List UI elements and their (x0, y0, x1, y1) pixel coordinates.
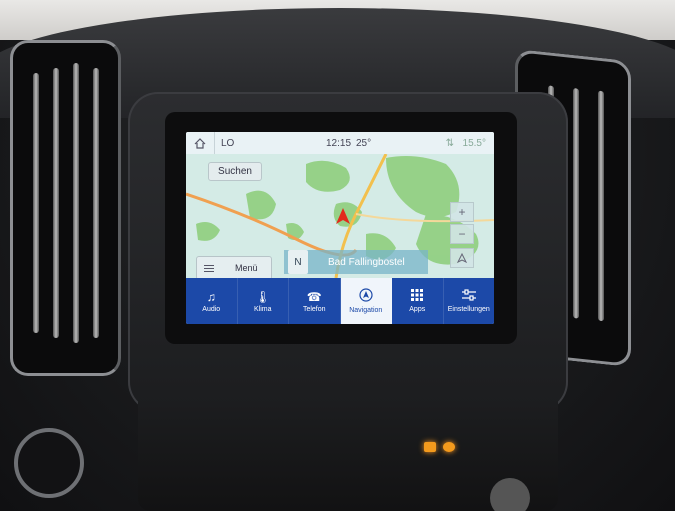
tab-label: Apps (409, 306, 426, 313)
sliders-icon (461, 289, 476, 304)
current-location-bar[interactable]: N Bad Fallingbostel (284, 250, 428, 274)
music-icon: ♫ (206, 289, 216, 304)
outside-temperature: 15.5° (462, 137, 486, 149)
tab-label: Navigation (349, 307, 383, 314)
audio-source: LO (221, 137, 235, 149)
home-icon (194, 137, 206, 149)
tab-klima[interactable]: 🌡︎ Klima (238, 278, 289, 324)
tab-label: Telefon (302, 305, 326, 313)
vent-slat (33, 73, 39, 333)
infotainment-screen: LO 12:15 25° ⇅ 15.5° Suchen + − Menü N B… (186, 132, 494, 324)
tab-einstellungen[interactable]: Einstellungen (444, 278, 495, 324)
signal-icon: ⇅ (445, 137, 454, 149)
vent-slat (73, 63, 79, 343)
zoom-in-button[interactable]: + (450, 202, 474, 222)
status-bar: LO 12:15 25° ⇅ 15.5° (186, 132, 494, 154)
tab-label: Klima (253, 305, 272, 313)
bottom-tab-bar: ♫ Audio 🌡︎ Klima ☎︎ Telefon Navigation A… (186, 278, 494, 324)
tab-audio[interactable]: ♫ Audio (186, 278, 238, 324)
car-dashboard-photo: LO 12:15 25° ⇅ 15.5° Suchen + − Menü N B… (0, 0, 675, 511)
hazard-indicator (443, 442, 455, 452)
passenger-airbag-indicator (424, 442, 436, 452)
tab-apps[interactable]: Apps (392, 278, 444, 324)
vent-slat (93, 68, 99, 338)
right-knob[interactable] (490, 478, 530, 511)
map-orientation-button[interactable] (450, 248, 474, 268)
north-arrow-icon (457, 253, 467, 263)
tab-label: Einstellungen (447, 306, 490, 313)
clock: 12:15 (326, 137, 352, 149)
inside-temperature: 25° (356, 137, 372, 149)
compass-indicator[interactable]: N (288, 250, 308, 274)
navigation-icon (359, 288, 373, 305)
vent-slat (598, 90, 604, 322)
search-button[interactable]: Suchen (208, 162, 262, 181)
map-menu-button[interactable]: Menü (196, 256, 272, 280)
vent-slat (573, 88, 579, 319)
menu-label: Menü (235, 263, 258, 273)
home-button[interactable] (186, 132, 215, 154)
phone-icon: ☎︎ (306, 289, 322, 304)
vent-slat (53, 68, 59, 338)
apps-grid-icon (411, 289, 424, 304)
thermometer-icon: 🌡︎ (255, 289, 271, 304)
tab-telefon[interactable]: ☎︎ Telefon (289, 278, 341, 324)
left-knob[interactable] (14, 428, 84, 498)
left-air-vent (10, 40, 121, 376)
tab-navigation[interactable]: Navigation (340, 278, 392, 324)
tab-label: Audio (202, 305, 221, 313)
hamburger-icon (197, 264, 221, 272)
zoom-out-button[interactable]: − (450, 224, 474, 244)
current-location-name: Bad Fallingbostel (328, 256, 405, 268)
